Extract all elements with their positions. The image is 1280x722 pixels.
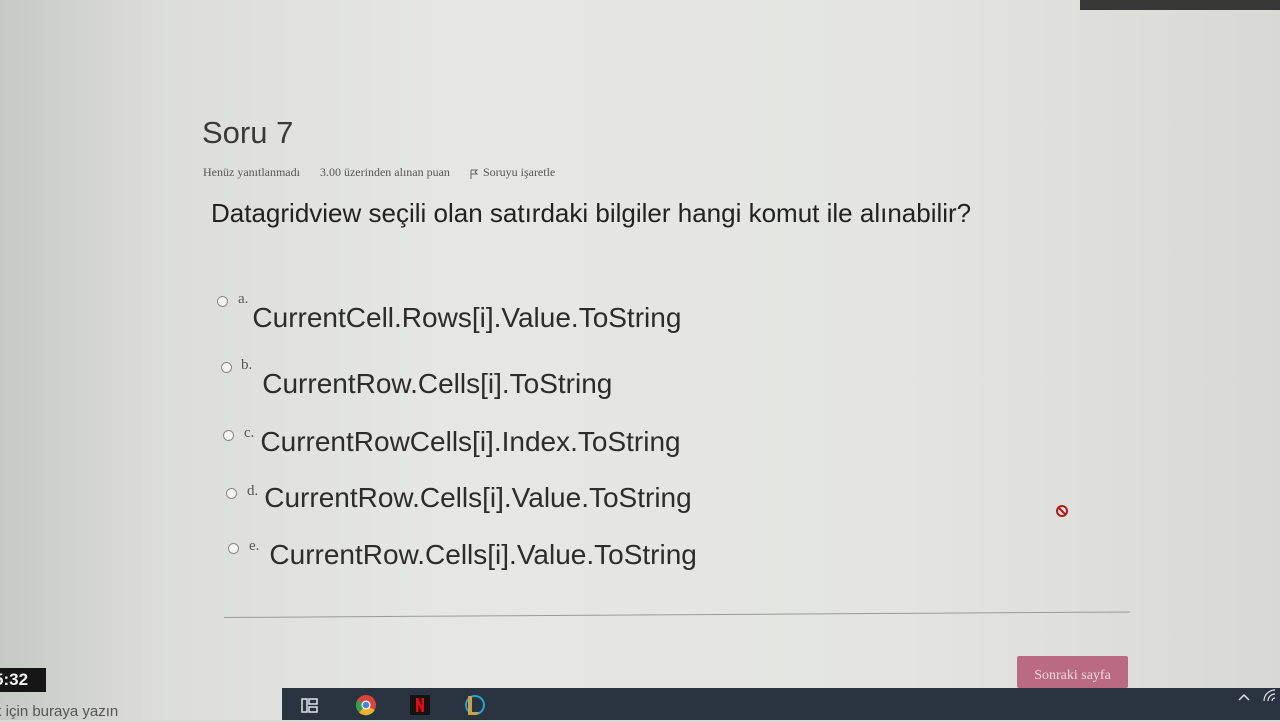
radio-button-e[interactable] [228, 543, 239, 554]
option-text: CurrentCell.Rows[i].Value.ToString [252, 302, 682, 333]
system-tray-chevron-icon[interactable] [1236, 690, 1252, 702]
answer-option-d[interactable]: d. CurrentRow.Cells[i].Value.ToString [226, 482, 692, 514]
netflix-icon[interactable] [408, 693, 432, 717]
timer-display: 5:32 [0, 668, 46, 692]
radio-button-b[interactable] [221, 362, 232, 373]
option-letter: c. [244, 425, 255, 441]
option-letter: e. [249, 538, 260, 554]
option-text: CurrentRowCells[i].Index.ToString [260, 426, 681, 457]
answer-status: Henüz yanıtlanmadı [203, 165, 300, 179]
league-of-legends-icon[interactable] [462, 693, 486, 717]
quiz-page: Soru 7 Henüz yanıtlanmadı 3.00 üzerinden… [0, 0, 1280, 720]
section-divider [224, 611, 1130, 618]
radio-button-c[interactable] [223, 430, 234, 441]
top-edge-shadow [1080, 0, 1280, 10]
option-text: CurrentRow.Cells[i].Value.ToString [264, 482, 692, 513]
answer-option-b[interactable]: b. CurrentRow.Cells[i].ToString [221, 356, 612, 400]
option-text: CurrentRow.Cells[i].ToString [262, 368, 613, 399]
taskbar-search-box[interactable]: k için buraya yazın [0, 703, 118, 720]
answer-option-c[interactable]: c. CurrentRowCells[i].Index.ToString [223, 424, 681, 458]
radio-button-a[interactable] [217, 296, 228, 307]
answer-option-a[interactable]: a. CurrentCell.Rows[i].Value.ToString [217, 290, 681, 334]
question-info: Henüz yanıtlanmadı 3.00 üzerinden alınan… [203, 165, 555, 180]
timer-value: 5:32 [0, 670, 29, 689]
task-view-icon[interactable] [298, 693, 322, 717]
wifi-icon[interactable] [1262, 688, 1278, 704]
question-text: Datagridview seçili olan satırdaki bilgi… [211, 198, 972, 228]
next-page-button[interactable]: Sonraki sayfa [1017, 656, 1128, 688]
taskbar [282, 688, 1280, 720]
flag-icon [470, 168, 479, 179]
option-letter: b. [241, 357, 253, 373]
option-letter: a. [238, 291, 249, 307]
option-letter: d. [247, 483, 259, 499]
radio-button-d[interactable] [226, 488, 237, 499]
flag-question-link[interactable]: Soruyu işaretle [470, 165, 555, 180]
option-text: CurrentRow.Cells[i].Value.ToString [269, 539, 697, 570]
not-allowed-cursor-icon [1055, 504, 1069, 518]
question-points: 3.00 üzerinden alınan puan [319, 165, 450, 179]
flag-question-label: Soruyu işaretle [482, 165, 556, 179]
answer-option-e[interactable]: e. CurrentRow.Cells[i].Value.ToString [228, 537, 697, 571]
chrome-icon[interactable] [354, 693, 378, 717]
question-title: Soru 7 [202, 115, 294, 150]
